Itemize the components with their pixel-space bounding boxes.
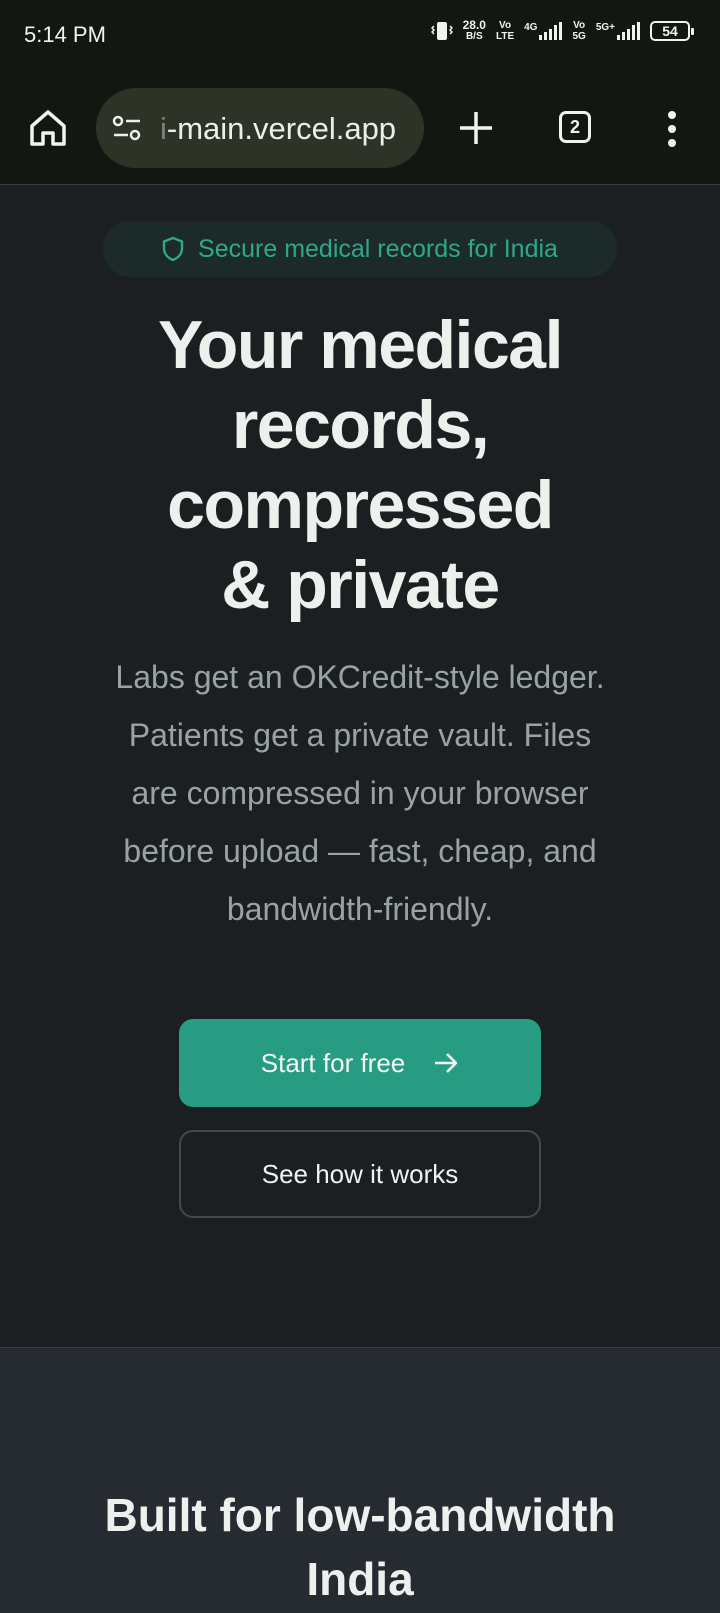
status-bar: 5:14 PM 28.0 B/S Vo LTE 4G Vo 5G 5G+ 54: [0, 0, 720, 74]
badge-text: Secure medical records for India: [198, 234, 558, 263]
site-settings-icon[interactable]: [112, 115, 142, 141]
sim2-signal-icon: 5G+: [596, 22, 640, 40]
see-how-it-works-button[interactable]: See how it works: [179, 1130, 541, 1218]
start-for-free-button[interactable]: Start for free: [179, 1019, 541, 1107]
sim2-type: Vo 5G: [572, 20, 586, 42]
sim1-signal-icon: 4G: [524, 22, 563, 40]
data-rate: 28.0 B/S: [462, 18, 486, 42]
features-section: Built for low-bandwidth India: [0, 1347, 720, 1613]
battery-icon: 54: [650, 21, 694, 41]
browser-toolbar: i-main.vercel.app 2: [0, 74, 720, 185]
hero-subtitle: Labs get an OKCredit-style ledger. Patie…: [115, 659, 605, 927]
url-text[interactable]: i-main.vercel.app: [160, 111, 418, 147]
status-time: 5:14 PM: [24, 22, 106, 47]
arrow-right-icon: [435, 1053, 458, 1073]
tab-switcher-button[interactable]: 2: [559, 111, 591, 143]
vibrate-icon: [430, 22, 453, 40]
new-tab-icon[interactable]: [456, 108, 496, 148]
home-icon[interactable]: [26, 106, 70, 150]
more-options-icon[interactable]: [658, 107, 686, 151]
shield-icon: [162, 236, 184, 262]
status-icons: 28.0 B/S Vo LTE 4G Vo 5G 5G+ 54: [430, 18, 694, 42]
hero-headline: Your medical records, compressed & priva…: [158, 307, 563, 623]
hero-section: Secure medical records for India Your me…: [0, 185, 720, 1347]
security-badge: Secure medical records for India: [103, 221, 617, 277]
address-bar[interactable]: i-main.vercel.app: [96, 88, 424, 168]
sim1-type: Vo LTE: [495, 20, 515, 42]
features-title: Built for low-bandwidth India: [104, 1489, 616, 1605]
